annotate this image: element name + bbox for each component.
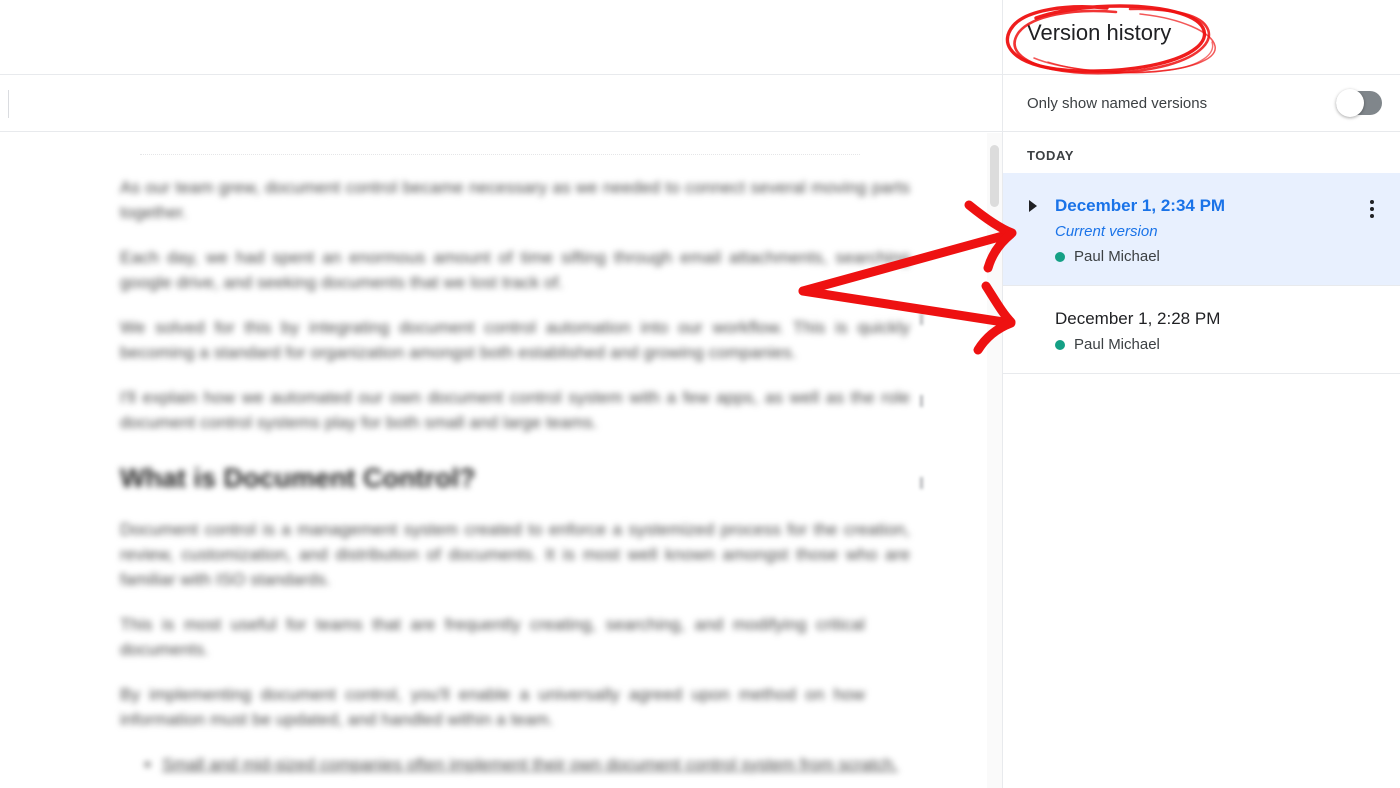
- version-list-item[interactable]: December 1, 2:28 PM Paul Michael: [1003, 286, 1400, 374]
- presence-dot-icon: [1055, 251, 1065, 262]
- page-title: Version history: [1027, 20, 1172, 45]
- document-topbar: [0, 0, 1002, 75]
- version-list-item-current[interactable]: December 1, 2:34 PM Current version Paul…: [1003, 173, 1400, 286]
- document-paragraph: By implementing document control, you'll…: [120, 685, 865, 729]
- document-scrollbar[interactable]: [987, 133, 1002, 788]
- triangle-right-icon[interactable]: [1029, 200, 1037, 212]
- version-author: Paul Michael: [1055, 336, 1400, 353]
- comment-marker-icon: [920, 477, 923, 489]
- document-heading: What is Document Control?: [120, 463, 476, 493]
- document-paragraph: Document control is a management system …: [120, 520, 910, 589]
- comment-marker-icon: [920, 313, 923, 325]
- version-author: Paul Michael: [1055, 248, 1400, 265]
- more-vertical-icon[interactable]: [1356, 193, 1388, 225]
- version-history-panel: Version history Only show named versions…: [1002, 0, 1400, 788]
- version-author-name: Paul Michael: [1074, 248, 1160, 265]
- document-canvas[interactable]: As our team grew, document control becam…: [0, 133, 1002, 788]
- version-group-label: TODAY: [1027, 148, 1075, 163]
- version-date: December 1, 2:28 PM: [1055, 309, 1221, 328]
- version-subtitle: Current version: [1055, 223, 1158, 240]
- only-named-versions-row[interactable]: Only show named versions: [1003, 75, 1400, 132]
- list-item-text: Small and mid-sized companies often impl…: [162, 755, 899, 774]
- document-paragraph: We solved for this by integrating docume…: [120, 318, 910, 362]
- document-ruler: [140, 154, 860, 155]
- document-paragraph: I'll explain how we automated our own do…: [120, 388, 910, 432]
- list-item: Small and mid-sized companies often impl…: [162, 752, 910, 777]
- screen-root: As our team grew, document control becam…: [0, 0, 1400, 788]
- document-paragraph: As our team grew, document control becam…: [120, 178, 910, 222]
- document-area: As our team grew, document control becam…: [0, 0, 1002, 788]
- version-author-name: Paul Michael: [1074, 336, 1160, 353]
- comment-marker-icon: [920, 395, 923, 407]
- document-paragraph: Each day, we had spent an enormous amoun…: [120, 248, 910, 292]
- presence-dot-icon: [1055, 339, 1065, 350]
- comment-markers: [920, 313, 930, 559]
- document-body: As our team grew, document control becam…: [120, 175, 910, 788]
- document-scrollbar-thumb[interactable]: [990, 145, 999, 207]
- document-bullet-list: Small and mid-sized companies often impl…: [120, 752, 910, 777]
- switch-icon: [1336, 89, 1364, 117]
- only-named-versions-label: Only show named versions: [1027, 94, 1208, 112]
- toolbar-divider: [8, 90, 9, 118]
- version-date: December 1, 2:34 PM: [1055, 196, 1226, 215]
- panel-header: Version history: [1003, 0, 1400, 75]
- only-named-versions-toggle[interactable]: [1336, 89, 1382, 117]
- document-toolbar[interactable]: [0, 76, 1002, 132]
- document-paragraph: This is most useful for teams that are f…: [120, 615, 865, 659]
